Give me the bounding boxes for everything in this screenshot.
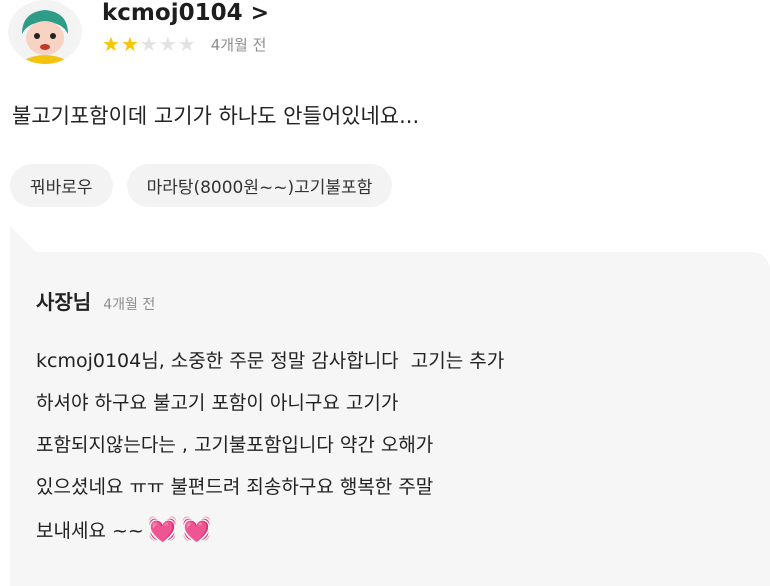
heart-icon: 💓 <box>181 515 212 543</box>
star-icon: ★ <box>139 32 158 56</box>
rating-row: ★★★★★ 4개월 전 <box>102 34 266 55</box>
owner-reply: 사장님 4개월 전 kcmoj0104님, 소중한 주문 정말 감사합니다 고기… <box>10 252 770 586</box>
reply-text: kcmoj0104님, 소중한 주문 정말 감사합니다 고기는 추가 하셔야 하… <box>36 340 504 552</box>
star-icon: ★ <box>158 32 177 56</box>
menu-tags: 꿔바로우 마라탕(8000원~~)고기불포함 <box>10 164 393 207</box>
heart-icon: 💓 <box>147 515 178 543</box>
star-icon: ★ <box>102 32 120 56</box>
star-rating: ★★★★★ <box>102 34 197 55</box>
review-text: 불고기포함이데 고기가 하나도 안들어있네요... <box>12 104 420 128</box>
reply-line: 있으셨네요 ㅠㅠ 불편드려 죄송하구요 행복한 주말 <box>36 476 434 498</box>
reply-line-last: 보내세요 ~~ 💓 💓 <box>36 508 504 552</box>
reply-line: kcmoj0104님, 소중한 주문 정말 감사합니다 고기는 추가 <box>36 350 505 372</box>
menu-tag[interactable]: 꿔바로우 <box>10 164 113 207</box>
menu-tag[interactable]: 마라탕(8000원~~)고기불포함 <box>126 164 393 207</box>
reply-header: 사장님 4개월 전 <box>36 286 155 315</box>
reply-author: 사장님 <box>36 290 92 314</box>
star-icon: ★ <box>120 32 139 56</box>
chevron-right-icon: > <box>250 0 270 26</box>
reply-line: 보내세요 ~~ <box>36 520 144 542</box>
reply-line: 포함되지않는다는 , 고기불포함입니다 약간 오해가 <box>36 434 434 456</box>
username-link[interactable]: kcmoj0104 > <box>102 0 269 26</box>
reply-line: 하셔야 하구요 불고기 포함이 아니구요 고기가 <box>36 392 399 414</box>
avatar[interactable] <box>8 0 82 64</box>
username: kcmoj0104 <box>102 0 243 26</box>
avatar-illustration-icon <box>13 0 77 64</box>
star-icon: ★ <box>177 32 196 56</box>
review-date: 4개월 전 <box>210 36 267 54</box>
reply-bubble-notch <box>10 226 36 252</box>
reply-date: 4개월 전 <box>103 297 156 313</box>
